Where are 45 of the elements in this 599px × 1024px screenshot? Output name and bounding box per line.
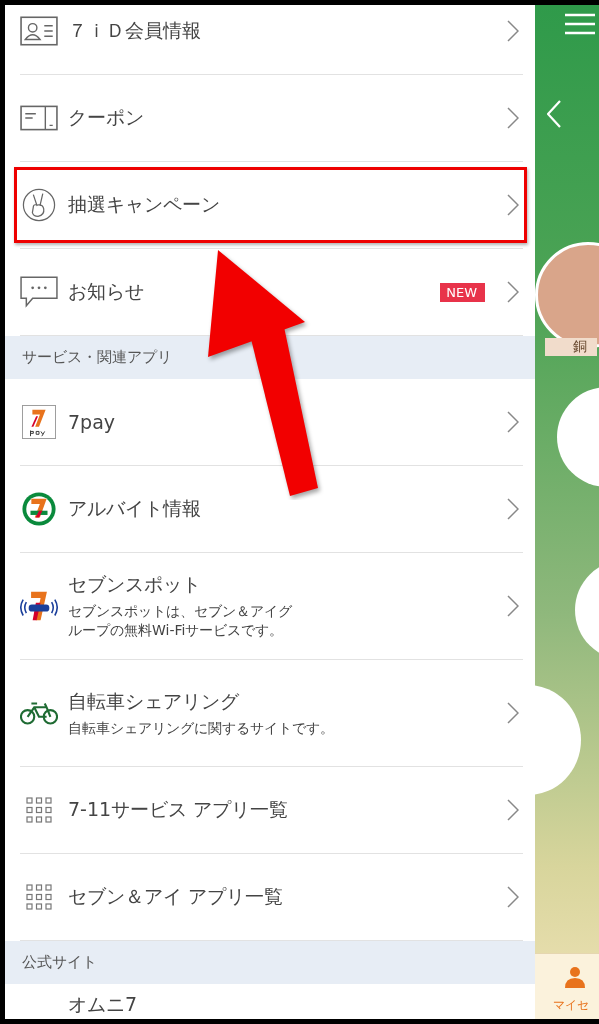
- chevron-right-icon: [507, 886, 519, 908]
- new-tag: NEW: [440, 282, 485, 302]
- item-label: ７ｉＤ会員情報: [68, 18, 202, 43]
- item-label: 7pay: [68, 411, 117, 433]
- item-label: オムニ7: [68, 992, 139, 1017]
- item-label: 自転車シェアリング: [68, 688, 240, 714]
- section-header: 公式サイト: [5, 941, 535, 984]
- chevron-right-icon: [507, 799, 519, 821]
- person-icon: [565, 966, 585, 988]
- chevron-right-icon: [507, 595, 519, 617]
- item-label: アルバイト情報: [68, 496, 202, 521]
- item-label: 抽選キャンペーン: [68, 192, 221, 217]
- tab-label: マイセ: [553, 997, 589, 1014]
- chevron-right-icon: [507, 107, 519, 129]
- menu-item[interactable]: セブンスポット セブンスポットは、セブン＆アイグループの無料Wi-Fiサービスです。: [20, 553, 523, 660]
- wifi-spot-logo-icon: [20, 589, 58, 623]
- speech-bubble-icon: [20, 275, 58, 309]
- item-label: 7-11サービス アプリ一覧: [68, 797, 290, 822]
- menu-item[interactable]: クーポン: [20, 75, 523, 162]
- member-card-icon: [20, 14, 58, 48]
- item-description: セブンスポットは、セブン＆アイグループの無料Wi-Fiサービスです。: [68, 602, 293, 640]
- chevron-right-icon: [507, 20, 519, 42]
- menu-item[interactable]: オムニ7: [20, 984, 523, 1019]
- app-grid-icon: [26, 797, 52, 823]
- item-description: 自転車シェアリングに関するサイトです。: [68, 718, 335, 738]
- seven-logo-icon: [20, 492, 58, 526]
- chevron-right-icon: [507, 194, 519, 216]
- menu-item[interactable]: 抽選キャンペーン: [20, 162, 523, 249]
- item-label: クーポン: [68, 105, 145, 130]
- chevron-right-icon: [507, 498, 519, 520]
- item-label: セブンスポット: [68, 572, 202, 598]
- menu-item[interactable]: 7-11サービス アプリ一覧: [20, 767, 523, 854]
- chevron-right-icon: [507, 281, 519, 303]
- chevron-right-icon: [507, 411, 519, 433]
- peace-hand-icon: [20, 188, 58, 222]
- item-label: セブン＆アイ アプリ一覧: [68, 884, 285, 909]
- item-label: お知らせ: [68, 279, 145, 304]
- seven-pay-logo-icon: [20, 405, 58, 439]
- menu-item[interactable]: 自転車シェアリング 自転車シェアリングに関するサイトです。: [20, 660, 523, 767]
- app-grid-icon: [26, 884, 52, 910]
- back-chevron-icon[interactable]: [547, 100, 561, 128]
- chevron-right-icon: [507, 702, 519, 724]
- rank-ribbon: 銅: [545, 338, 597, 356]
- menu-item[interactable]: ７ｉＤ会員情報: [20, 5, 523, 75]
- menu-icon[interactable]: [565, 13, 595, 35]
